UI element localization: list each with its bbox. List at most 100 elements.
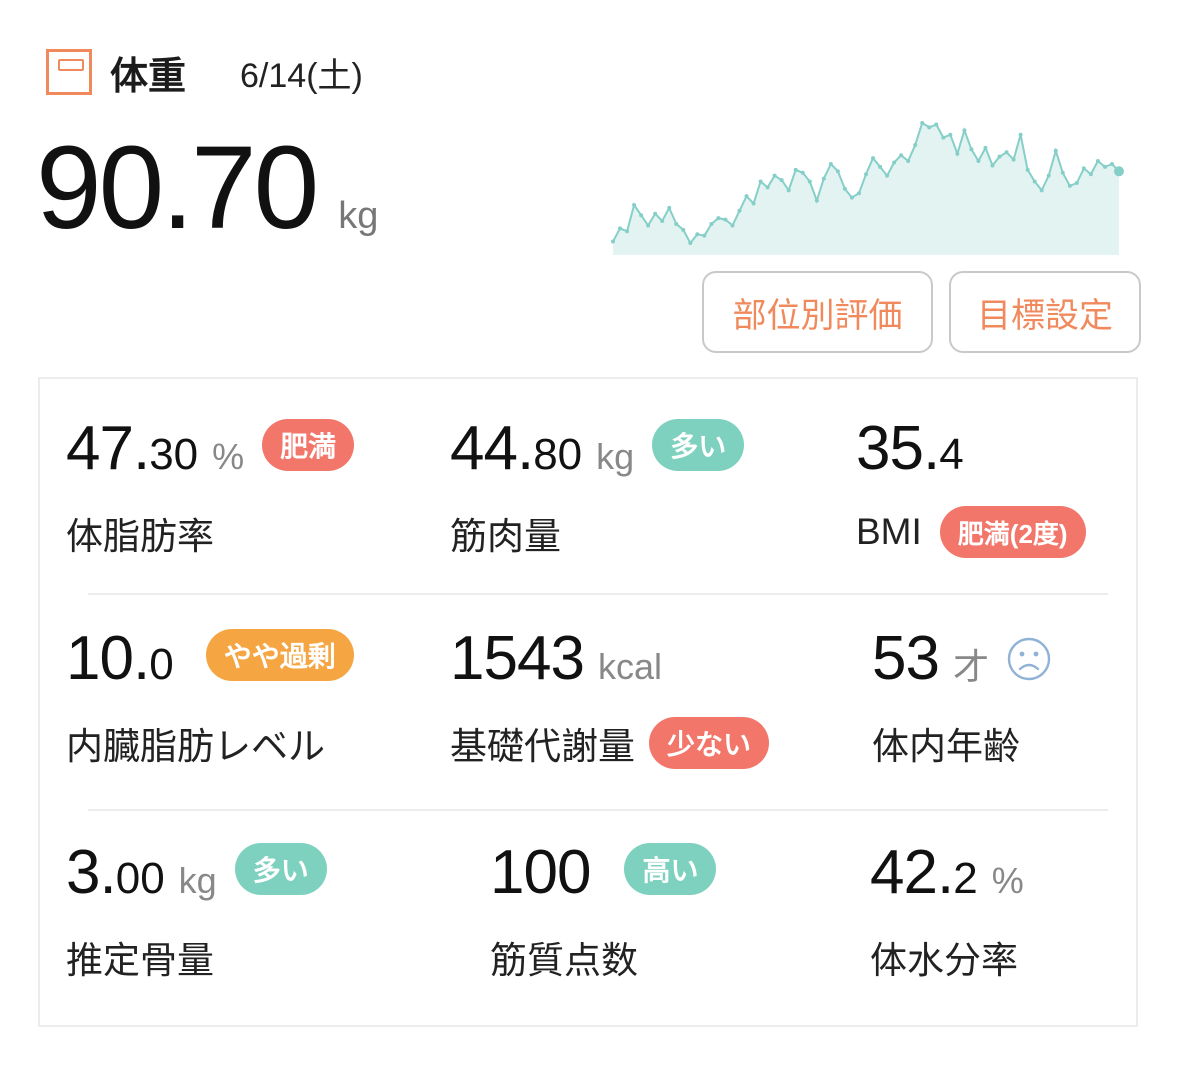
sparkline-point <box>730 223 735 228</box>
sparkline-point <box>927 125 932 130</box>
sparkline-point <box>1109 161 1114 166</box>
body-age-unit: 才 <box>952 646 989 687</box>
bone-unit: kg <box>178 860 217 901</box>
metric-visceral-fat[interactable]: 10. 0 やや過剰 内臓脂肪レベル <box>66 623 354 770</box>
sparkline-point <box>997 154 1002 159</box>
sparkline-point <box>688 241 693 245</box>
sparkline-point <box>934 122 939 127</box>
muscle-unit: kg <box>596 436 635 477</box>
sparkline-point <box>758 179 763 184</box>
date-label[interactable]: 6/14(土) <box>240 48 363 97</box>
header: 体重 6/14(土) <box>46 46 363 98</box>
metric-body-fat[interactable]: 47. 30 % 肥満 体脂肪率 <box>66 413 355 560</box>
metric-muscle[interactable]: 44. 80 kg 多い 筋肉量 <box>450 413 745 560</box>
metric-body-age[interactable]: 53 才 体内年齢 <box>872 623 1051 770</box>
sparkline-point <box>695 232 700 237</box>
sparkline-point <box>990 163 995 168</box>
visceral-badge: やや過剰 <box>205 628 354 681</box>
sparkline-point <box>1046 173 1051 178</box>
weight-display: 90.70 kg <box>36 120 378 256</box>
sparkline-point <box>1053 148 1058 153</box>
sparkline-point <box>786 188 791 193</box>
sparkline-point <box>674 221 679 226</box>
sparkline-point <box>1011 157 1016 162</box>
sparkline-point <box>913 142 918 147</box>
sparkline-point <box>653 211 658 216</box>
sparkline-point <box>772 173 777 178</box>
sparkline-point <box>646 223 651 228</box>
bmi-dec: 4 <box>939 430 964 479</box>
sparkline-point <box>864 172 868 177</box>
sparkline-point <box>1025 167 1030 172</box>
sparkline-point <box>1039 188 1044 193</box>
sparkline-point <box>611 239 615 244</box>
metric-bone-mass[interactable]: 3. 00 kg 多い 推定骨量 <box>66 837 327 984</box>
muscle-label: 筋肉量 <box>450 516 561 557</box>
muscle-quality-badge: 高い <box>624 842 717 895</box>
bmr-label: 基礎代謝量 <box>450 726 635 767</box>
metric-body-water[interactable]: 42. 2 % 体水分率 <box>870 837 1024 984</box>
bone-int: 3. <box>66 838 117 907</box>
visceral-label: 内臓脂肪レベル <box>66 726 325 767</box>
sparkline-point <box>955 151 960 156</box>
sparkline-point <box>821 176 826 181</box>
weight-trend-sparkline[interactable] <box>605 115 1135 255</box>
body-age-value: 53 <box>872 624 940 693</box>
weight-value: 90.70 <box>36 122 319 254</box>
sparkline-point <box>723 217 728 222</box>
sparkline-point <box>976 159 981 164</box>
sparkline-point <box>941 135 946 140</box>
sparkline-point <box>1004 150 1009 155</box>
sparkline-point <box>751 201 756 206</box>
muscle-badge: 多い <box>652 418 745 471</box>
metric-muscle-quality[interactable]: 100 高い 筋質点数 <box>490 837 717 984</box>
sparkline-point <box>878 164 883 169</box>
metric-bmi[interactable]: 35. 4 BMI 肥満(2度) <box>856 413 1086 558</box>
visceral-dec: 0 <box>149 640 174 689</box>
page-title: 体重 <box>110 55 187 98</box>
goal-setting-button[interactable]: 目標設定 <box>949 271 1141 353</box>
scale-icon <box>46 49 92 95</box>
sad-face-icon <box>1007 637 1051 680</box>
sparkline-point <box>983 145 988 150</box>
sparkline-point <box>899 153 904 158</box>
weight-unit: kg <box>338 195 379 237</box>
sparkline-point <box>625 229 630 234</box>
sparkline-point <box>639 213 644 218</box>
sparkline-point <box>906 159 911 164</box>
bmr-value: 1543 <box>450 624 585 693</box>
sparkline-point <box>709 221 714 226</box>
body-fat-badge: 肥満 <box>262 418 355 471</box>
water-unit: % <box>991 860 1024 901</box>
sparkline-point <box>920 121 925 125</box>
sparkline-point <box>765 185 770 190</box>
bone-label: 推定骨量 <box>66 940 214 981</box>
sparkline-point <box>871 156 876 161</box>
sparkline-point <box>737 208 742 213</box>
muscle-quality-label: 筋質点数 <box>490 940 638 981</box>
sparkline-point <box>849 195 854 200</box>
sparkline-point <box>681 227 686 232</box>
sparkline-point <box>1081 166 1086 171</box>
sparkline-point <box>1074 181 1079 185</box>
water-dec: 2 <box>953 854 978 903</box>
sparkline-point <box>842 186 847 191</box>
sparkline-point <box>793 167 798 172</box>
muscle-int: 44. <box>450 414 534 483</box>
sparkline-point <box>1102 164 1107 169</box>
region-evaluation-button[interactable]: 部位別評価 <box>702 271 933 353</box>
row-divider <box>88 593 1108 595</box>
sparkline-point <box>800 170 805 175</box>
water-label: 体水分率 <box>870 940 1018 981</box>
body-age-label: 体内年齢 <box>872 726 1020 767</box>
sparkline-point <box>962 128 967 133</box>
body-fat-dec: 30 <box>149 430 199 479</box>
bmi-int: 35. <box>856 414 940 483</box>
sparkline-point <box>856 191 861 196</box>
sparkline-point <box>1032 179 1037 184</box>
sparkline-point <box>744 194 749 199</box>
metric-bmr[interactable]: 1543 kcal 基礎代謝量 少ない <box>450 623 770 770</box>
sparkline-point <box>1067 183 1072 188</box>
row-divider <box>88 809 1108 811</box>
sparkline-point <box>618 226 623 231</box>
